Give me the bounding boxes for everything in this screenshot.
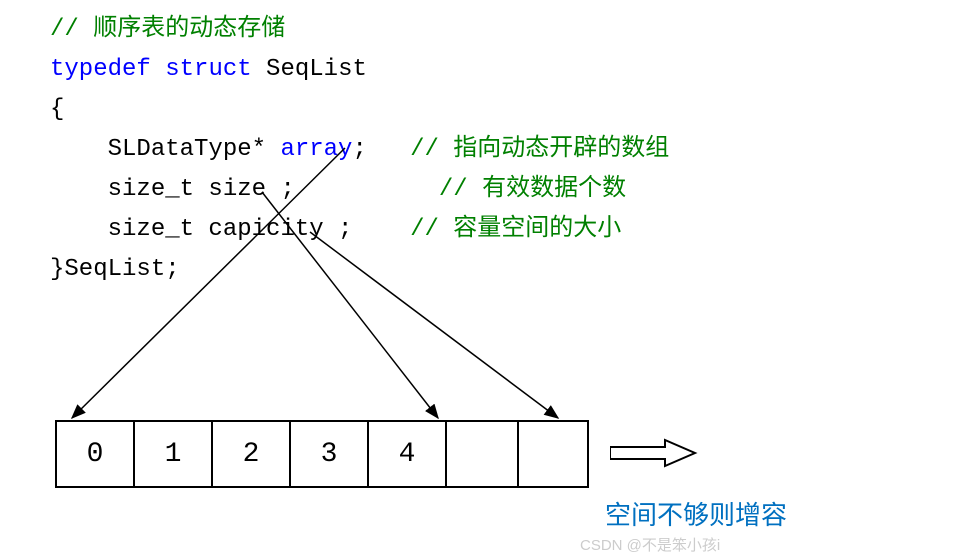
array-cell-1: 1 (133, 420, 211, 488)
code-brace-open: { (50, 90, 974, 130)
code-brace-close: }SeqList; (50, 250, 974, 290)
code-typedef-line: typedef struct SeqList (50, 50, 974, 90)
array-cell-3: 3 (289, 420, 367, 488)
code-field-array: SLDataType* array; // 指向动态开辟的数组 (50, 130, 974, 170)
code-comment-header: // 顺序表的动态存储 (50, 10, 974, 50)
array-cell-2: 2 (211, 420, 289, 488)
expand-label: 空间不够则增容 (605, 495, 787, 532)
array-cell-4: 4 (367, 420, 445, 488)
array-diagram: 0 1 2 3 4 (55, 420, 589, 488)
code-field-size: size_t size ; // 有效数据个数 (50, 170, 974, 210)
array-cell-6 (517, 420, 589, 488)
array-cell-0: 0 (55, 420, 133, 488)
code-field-capacity: size_t capicity ; // 容量空间的大小 (50, 210, 974, 250)
expand-arrow-icon (610, 438, 700, 468)
watermark-text: CSDN @不是笨小孩i (580, 534, 720, 555)
array-cell-5 (445, 420, 517, 488)
